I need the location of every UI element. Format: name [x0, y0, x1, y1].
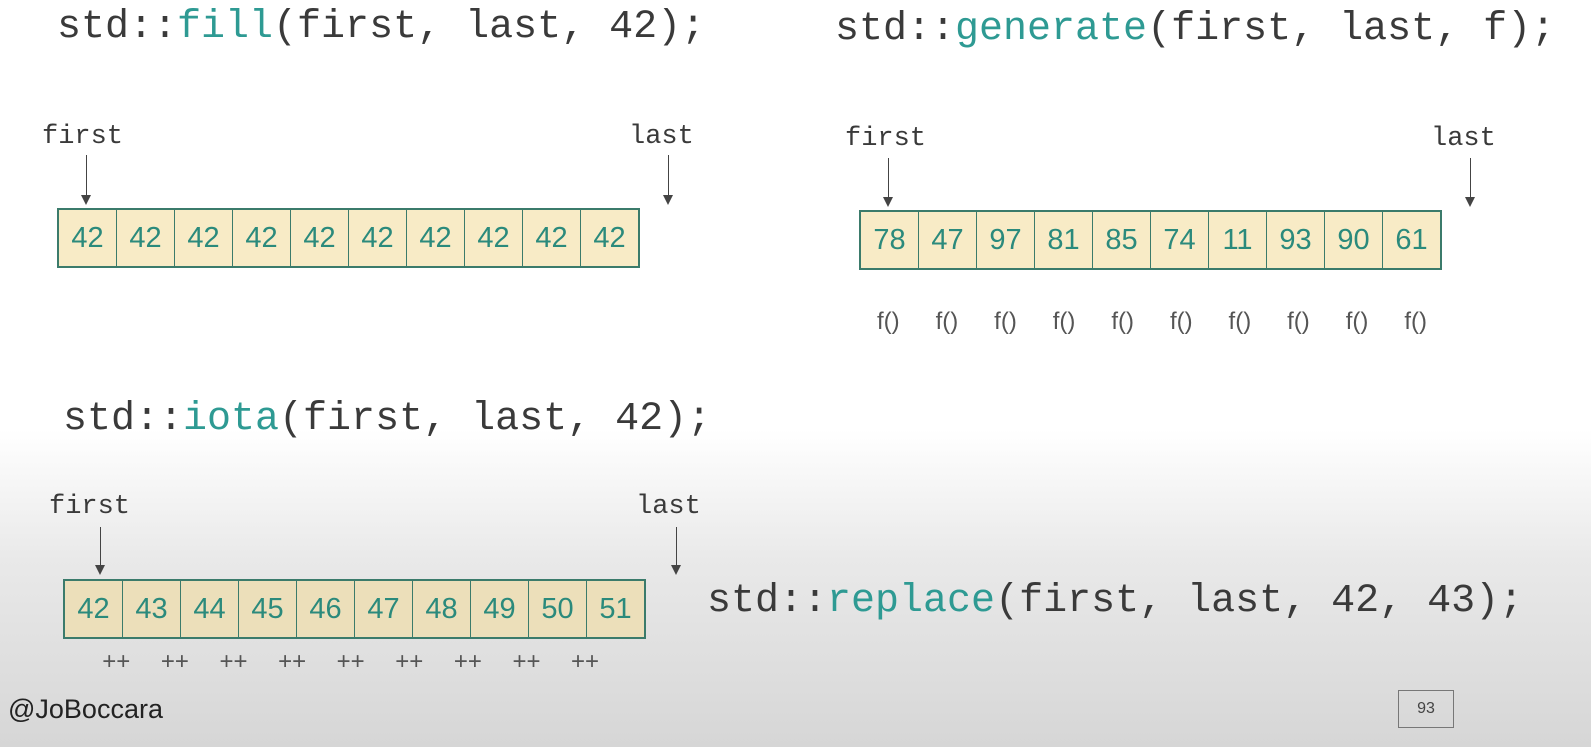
- increment-mark: ++: [219, 648, 248, 675]
- arguments: (first, last, f);: [1147, 7, 1556, 52]
- array-cell: 42: [407, 210, 465, 266]
- increment-mark: ++: [102, 648, 131, 675]
- generator-call: f(): [935, 308, 959, 335]
- generate-array: 78 47 97 81 85 74 11 93 90 61: [859, 210, 1442, 270]
- array-cell: 50: [529, 581, 587, 637]
- first-arrow-icon: [883, 158, 893, 207]
- fill-array: 42 42 42 42 42 42 42 42 42 42: [57, 208, 640, 268]
- array-cell: 93: [1267, 212, 1325, 268]
- generator-call: f(): [876, 308, 900, 335]
- generator-call: f(): [1345, 308, 1369, 335]
- array-cell: 90: [1325, 212, 1383, 268]
- array-cell: 74: [1151, 212, 1209, 268]
- array-cell: 97: [977, 212, 1035, 268]
- increment-mark: ++: [278, 648, 307, 675]
- array-cell: 47: [919, 212, 977, 268]
- function-name: iota: [183, 397, 280, 442]
- increment-mark: ++: [512, 648, 541, 675]
- array-cell: 49: [471, 581, 529, 637]
- array-cell: 47: [355, 581, 413, 637]
- array-cell: 42: [65, 581, 123, 637]
- array-cell: 46: [297, 581, 355, 637]
- array-cell: 43: [123, 581, 181, 637]
- generator-call: f(): [1169, 308, 1193, 335]
- generator-calls: f() f() f() f() f() f() f() f() f() f(): [859, 308, 1445, 336]
- array-cell: 44: [181, 581, 239, 637]
- author-handle: @JoBoccara: [8, 694, 163, 724]
- generator-call: f(): [1111, 308, 1134, 335]
- generator-call: f(): [1404, 308, 1427, 335]
- array-cell: 42: [523, 210, 581, 266]
- generator-call: f(): [1228, 308, 1252, 335]
- replace-signature: std::replace(first, last, 42, 43);: [707, 582, 1523, 622]
- first-arrow-icon: [81, 155, 91, 205]
- last-arrow-icon: [1465, 158, 1475, 207]
- array-cell: 61: [1383, 212, 1440, 268]
- namespace: std::: [57, 5, 178, 50]
- first-arrow-icon: [95, 527, 105, 575]
- array-cell: 78: [861, 212, 919, 268]
- array-cell: 42: [291, 210, 349, 266]
- increment-mark: ++: [571, 648, 600, 675]
- function-name: fill: [177, 5, 274, 50]
- array-cell: 42: [117, 210, 175, 266]
- arguments: (first, last, 42, 43);: [995, 579, 1524, 624]
- page-number: 93: [1398, 690, 1454, 728]
- last-label: last: [636, 492, 701, 522]
- array-cell: 48: [413, 581, 471, 637]
- generator-call: f(): [1287, 308, 1310, 335]
- last-label: last: [1431, 124, 1496, 154]
- array-cell: 51: [587, 581, 644, 637]
- increment-mark: ++: [453, 648, 482, 675]
- last-arrow-icon: [671, 527, 681, 575]
- array-cell: 81: [1035, 212, 1093, 268]
- array-cell: 11: [1209, 212, 1267, 268]
- increment-mark: ++: [336, 648, 365, 675]
- generate-signature: std::generate(first, last, f);: [835, 10, 1555, 50]
- array-cell: 85: [1093, 212, 1151, 268]
- fill-signature: std::fill(first, last, 42);: [57, 8, 705, 48]
- increment-mark: ++: [160, 648, 189, 675]
- first-label: first: [49, 492, 131, 522]
- first-label: first: [42, 122, 124, 152]
- array-cell: 45: [239, 581, 297, 637]
- array-cell: 42: [349, 210, 407, 266]
- array-cell: 42: [465, 210, 523, 266]
- generator-call: f(): [994, 308, 1017, 335]
- array-cell: 42: [581, 210, 638, 266]
- increments: ++ ++ ++ ++ ++ ++ ++ ++ ++: [87, 648, 614, 676]
- function-name: generate: [955, 7, 1148, 52]
- first-label: first: [845, 124, 927, 154]
- increment-mark: ++: [395, 648, 424, 675]
- array-cell: 42: [233, 210, 291, 266]
- iota-array: 42 43 44 45 46 47 48 49 50 51: [63, 579, 646, 639]
- function-name: replace: [827, 579, 996, 624]
- namespace: std::: [63, 397, 184, 442]
- last-arrow-icon: [663, 155, 673, 205]
- arguments: (first, last, 42);: [273, 5, 706, 50]
- last-label: last: [629, 122, 694, 152]
- array-cell: 42: [175, 210, 233, 266]
- namespace: std::: [835, 7, 956, 52]
- generator-call: f(): [1052, 308, 1076, 335]
- iota-signature: std::iota(first, last, 42);: [63, 400, 711, 440]
- array-cell: 42: [59, 210, 117, 266]
- namespace: std::: [707, 579, 828, 624]
- arguments: (first, last, 42);: [279, 397, 712, 442]
